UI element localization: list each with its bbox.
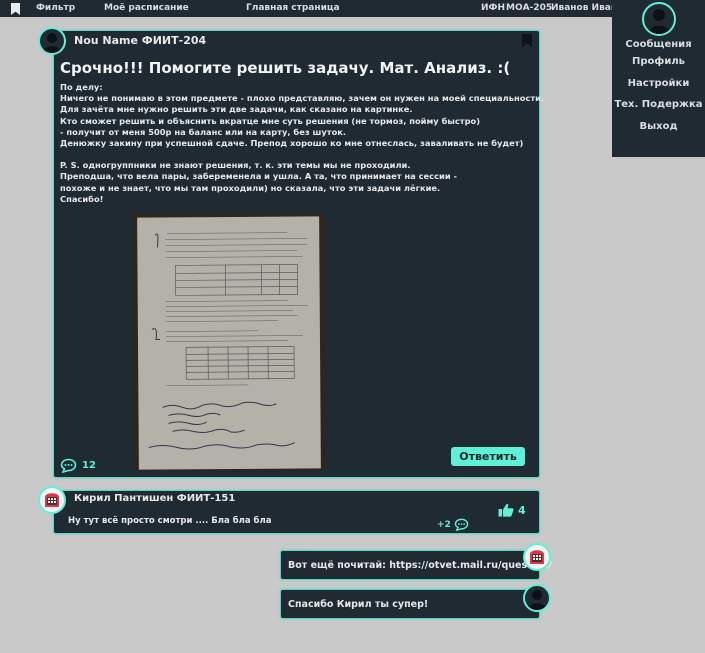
menu-settings[interactable]: Настройки <box>612 78 705 89</box>
reply-bubble: Вот ещё почитай: https://otvet.mail.ru/q… <box>280 550 552 580</box>
thumbs-up-icon <box>498 503 514 517</box>
post-line: Преподша, что вела пары, забеременела и … <box>60 171 457 182</box>
post-line: Спасибо! <box>60 193 104 204</box>
post-line: По делу: <box>60 82 103 92</box>
post-title: Срочно!!! Помогите решить задачу. Мат. А… <box>60 59 511 77</box>
post-line: Для зачёта мне нужно решить эти две зада… <box>60 104 413 115</box>
menu-messages[interactable]: Сообщения <box>612 39 705 50</box>
comment-card: Кирил Пантишен ФИИТ-151 Ну тут всё прост… <box>53 490 540 534</box>
reply-author-avatar[interactable] <box>523 543 551 571</box>
top-navbar: Фильтр Моё расписание Главная страница И… <box>0 0 705 17</box>
comment-author[interactable]: Кирил Пантишен ФИИТ-151 <box>74 493 235 504</box>
reply-count: +2 <box>437 519 451 530</box>
reply-bubble: Спасибо Кирил ты супер! <box>280 589 540 619</box>
post-body: По делу: Ничего не понимаю в этом предме… <box>60 82 545 205</box>
nav-filter[interactable]: Фильтр <box>36 3 75 13</box>
task-photo[interactable] <box>132 213 325 471</box>
comment-counter[interactable]: 12 <box>60 458 96 473</box>
reply-text[interactable]: Вот ещё почитай: https://otvet.mail.ru/q… <box>288 560 552 571</box>
reply-button[interactable]: Ответить <box>451 447 525 466</box>
menu-logout[interactable]: Выход <box>612 121 705 132</box>
post-line: похоже и не знает, что мы там проходили)… <box>60 182 441 193</box>
nav-schedule[interactable]: Моё расписание <box>104 3 189 13</box>
bookmark-icon[interactable] <box>11 3 20 15</box>
comments-icon <box>60 458 77 473</box>
comment-count-value: 12 <box>82 460 96 471</box>
nav-user-name[interactable]: Иванов Иван <box>551 3 617 13</box>
post-author[interactable]: Nou Name ФИИТ-204 <box>74 34 206 47</box>
user-avatar[interactable] <box>642 2 676 36</box>
user-menu: Сообщения Профиль Настройки Тех. Подержк… <box>612 0 705 157</box>
post-line: Ничего не понимаю в этом предмете - плох… <box>60 93 545 104</box>
paper-sheet <box>137 216 321 470</box>
post-author-avatar[interactable] <box>38 27 66 55</box>
post-line: Денюжку закину при успешной сдаче. Препо… <box>60 138 524 149</box>
like-counter[interactable]: 4 <box>498 503 526 517</box>
reply-text: Спасибо Кирил ты супер! <box>288 599 429 610</box>
nav-org: ИФН <box>481 3 505 13</box>
menu-profile[interactable]: Профиль <box>612 56 705 67</box>
post-line: P. S. одногруппники не знают решения, т.… <box>60 160 411 171</box>
menu-support[interactable]: Тех. Подержка <box>612 99 705 110</box>
like-count: 4 <box>518 503 526 517</box>
post-line: - получит от меня 500р на баланс или на … <box>60 126 347 137</box>
comment-text: Ну тут всё просто смотри .... Бла бла бл… <box>68 516 272 526</box>
comments-icon <box>454 518 469 531</box>
nav-group: МОА-205 <box>506 3 553 13</box>
reply-author-avatar[interactable] <box>523 584 551 612</box>
reply-counter[interactable]: +2 <box>437 518 469 531</box>
bookmark-icon[interactable] <box>522 34 532 47</box>
nav-home[interactable]: Главная страница <box>246 3 340 13</box>
commenter-avatar[interactable] <box>38 486 66 514</box>
post-line: Кто сможет решить и объяснить вкратце мн… <box>60 115 481 126</box>
post-card: Nou Name ФИИТ-204 Срочно!!! Помогите реш… <box>53 30 545 478</box>
